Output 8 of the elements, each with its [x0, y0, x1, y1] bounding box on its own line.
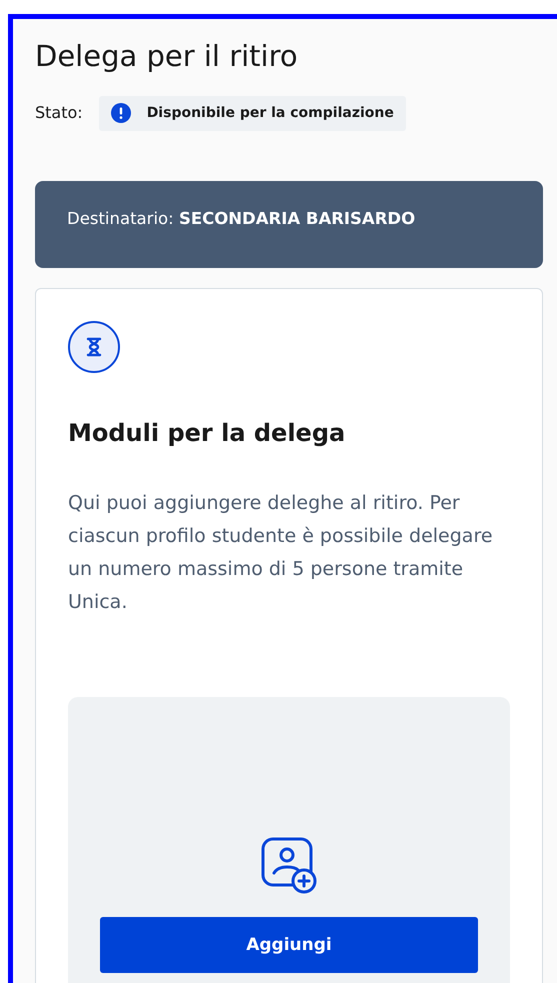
recipient-banner: Destinatario: SECONDARIA BARISARDO [35, 180, 543, 268]
card-description: Qui puoi aggiungere deleghe al ritiro. Per ciascun profilo studente è possibile delegare un numero massimo di 5 persone tramite Unica. [68, 491, 494, 616]
status-badge: Disponibile per la compilazione [98, 96, 406, 131]
status-label: Stato: [35, 102, 83, 124]
add-person-icon [261, 837, 317, 896]
page-title: Delega per il ritiro [35, 39, 299, 74]
add-button[interactable]: Aggiungi [100, 917, 478, 974]
card-heading: Moduli per la delega [68, 418, 346, 448]
